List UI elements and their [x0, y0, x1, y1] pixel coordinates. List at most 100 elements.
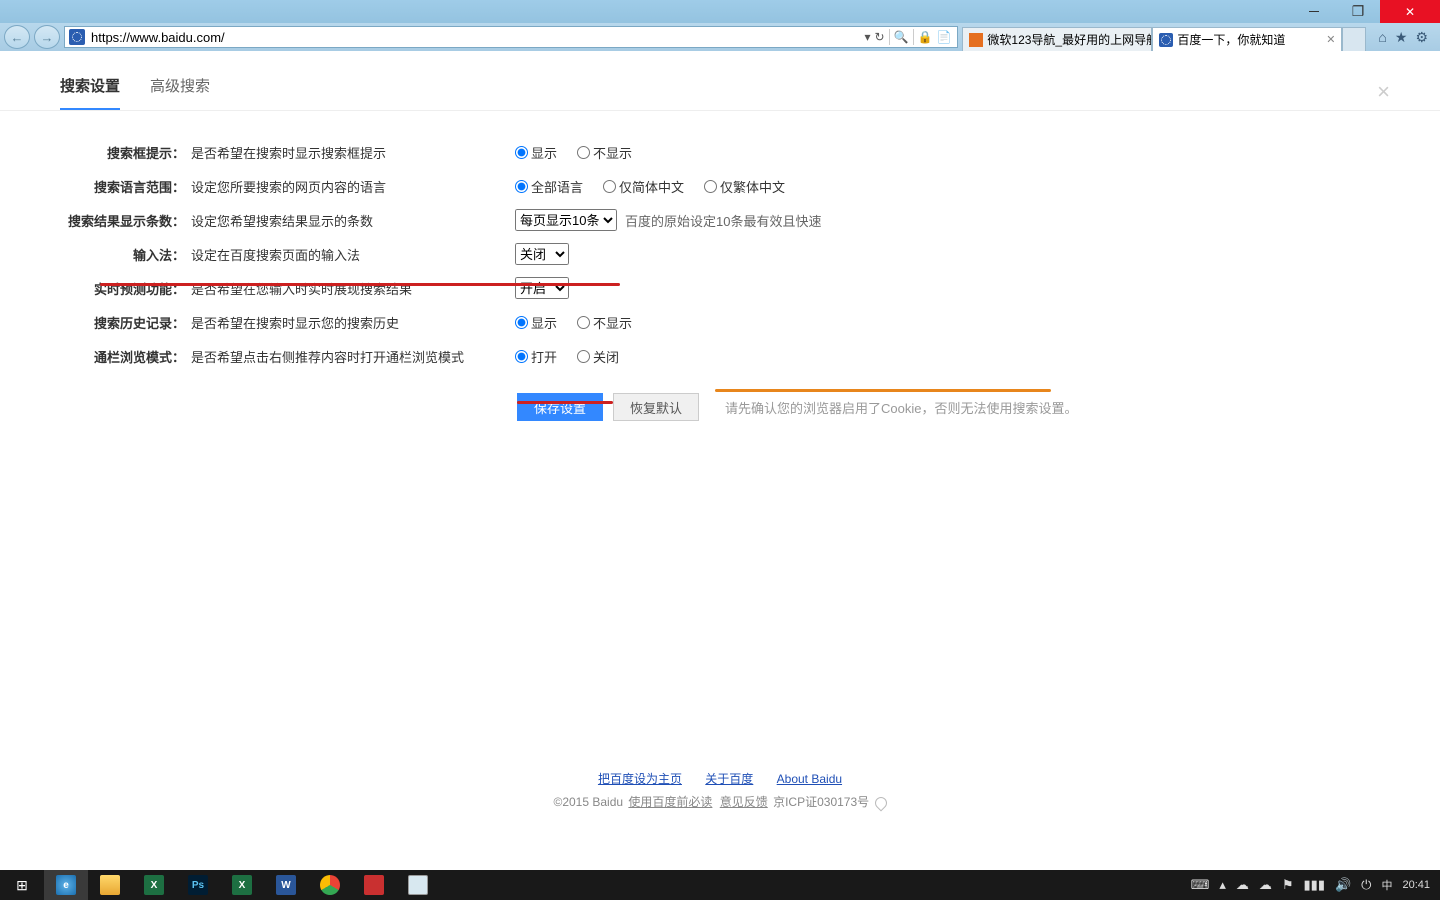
browser-toolbar: ← → ▾ ↻ 🔍 🔒 📄 微软123导航_最好用的上网导航 百度一下，你就知道…	[0, 23, 1440, 51]
search-icon[interactable]: 🔍	[894, 30, 909, 44]
tab-baidu[interactable]: 百度一下，你就知道 ✕	[1152, 27, 1342, 51]
tab-label: 百度一下，你就知道	[1177, 31, 1285, 48]
radio-show[interactable]: 显示	[515, 143, 557, 162]
taskbar-photoshop[interactable]: Ps	[176, 870, 220, 900]
annotation-redline	[517, 401, 613, 404]
flag-icon[interactable]: ⚑	[1282, 877, 1294, 893]
radio-simplified[interactable]: 仅简体中文	[603, 177, 684, 196]
cloud-icon[interactable]: ☁	[1259, 877, 1272, 893]
row-control: 每页显示10条 百度的原始设定10条最有效且快速	[515, 209, 821, 231]
footer-copyright: ©2015 Baidu 使用百度前必读 意见反馈 京ICP证030173号	[0, 793, 1440, 810]
radio-all-lang[interactable]: 全部语言	[515, 177, 583, 196]
tab-search-settings[interactable]: 搜索设置	[60, 75, 120, 110]
page-footer: 把百度设为主页 关于百度 About Baidu ©2015 Baidu 使用百…	[0, 770, 1440, 810]
clock[interactable]: 20:41	[1402, 879, 1430, 891]
taskbar-excel[interactable]: X	[132, 870, 176, 900]
tab-advanced-search[interactable]: 高级搜索	[150, 75, 210, 110]
keyboard-icon[interactable]: ⌨	[1191, 877, 1210, 893]
wifi-icon[interactable]: ▮▮▮	[1304, 877, 1325, 893]
radio-input[interactable]	[515, 316, 528, 329]
radio-on[interactable]: 打开	[515, 347, 557, 366]
forward-button[interactable]: →	[34, 25, 60, 49]
radio-input[interactable]	[515, 350, 528, 363]
home-icon[interactable]: ⌂	[1378, 29, 1386, 46]
radio-off[interactable]: 关闭	[577, 347, 619, 366]
footer-links: 把百度设为主页 关于百度 About Baidu	[0, 770, 1440, 787]
power-icon[interactable]: ⏻	[1361, 877, 1371, 893]
radio-traditional[interactable]: 仅繁体中文	[704, 177, 785, 196]
taskbar-notepad[interactable]	[396, 870, 440, 900]
row-search-suggest: 搜索框提示： 是否希望在搜索时显示搜索框提示 显示 不显示	[0, 135, 1440, 169]
radio-input[interactable]	[515, 146, 528, 159]
restore-default-button[interactable]: 恢复默认	[613, 393, 699, 421]
taskbar-word[interactable]: W	[264, 870, 308, 900]
row-label: 通栏浏览模式：	[0, 347, 185, 366]
taskbar-ie[interactable]: e	[44, 870, 88, 900]
ps-icon: Ps	[188, 875, 208, 895]
notepad-icon	[408, 875, 428, 895]
settings-gear-icon[interactable]: ⚙	[1415, 29, 1428, 46]
taskbar-chrome[interactable]	[308, 870, 352, 900]
favorites-icon[interactable]: ★	[1395, 29, 1408, 46]
onedrive-icon[interactable]: ☁	[1236, 877, 1249, 893]
annotation-redline	[100, 283, 620, 286]
about-baidu-en-link[interactable]: About Baidu	[777, 772, 842, 786]
dropdown-icon[interactable]: ▾	[864, 30, 870, 44]
compat-icon[interactable]: 📄	[936, 30, 951, 44]
row-control: 开启	[515, 277, 569, 299]
results-count-select[interactable]: 每页显示10条	[515, 209, 617, 231]
close-settings-icon[interactable]: ×	[1377, 79, 1390, 105]
ime-select[interactable]: 关闭	[515, 243, 569, 265]
radio-hide[interactable]: 不显示	[577, 143, 632, 162]
taskbar-app[interactable]	[352, 870, 396, 900]
start-button[interactable]: ⊞	[0, 870, 44, 900]
predict-select[interactable]: 开启	[515, 277, 569, 299]
row-realtime-predict: 实时预测功能： 是否希望在您输入时实时展现搜索结果 开启	[0, 271, 1440, 305]
chrome-icon	[320, 875, 340, 895]
separator	[889, 29, 890, 45]
row-label: 搜索框提示：	[0, 143, 185, 162]
ime-indicator[interactable]: 中	[1381, 877, 1392, 893]
back-button[interactable]: ←	[4, 25, 30, 49]
row-desc: 是否希望点击右侧推荐内容时打开通栏浏览模式	[185, 347, 515, 366]
excel-icon: X	[232, 875, 252, 895]
about-baidu-link[interactable]: 关于百度	[705, 772, 753, 786]
ie-icon: e	[56, 875, 76, 895]
save-button[interactable]: 保存设置	[517, 393, 603, 421]
feedback-link[interactable]: 意见反馈	[720, 795, 768, 809]
url-input[interactable]	[89, 27, 858, 47]
window-minimize-button[interactable]	[1292, 0, 1336, 23]
row-desc: 是否希望在搜索时显示搜索框提示	[185, 143, 515, 162]
radio-input[interactable]	[577, 316, 590, 329]
set-homepage-link[interactable]: 把百度设为主页	[598, 772, 682, 786]
refresh-icon[interactable]: ↻	[874, 30, 884, 44]
radio-input[interactable]	[577, 146, 590, 159]
radio-hide[interactable]: 不显示	[577, 313, 632, 332]
app-icon	[364, 875, 384, 895]
radio-input[interactable]	[515, 180, 528, 193]
row-history: 搜索历史记录： 是否希望在搜索时显示您的搜索历史 显示 不显示	[0, 305, 1440, 339]
tab-label: 微软123导航_最好用的上网导航	[987, 31, 1152, 48]
page-content: 搜索设置 高级搜索 × 搜索框提示： 是否希望在搜索时显示搜索框提示 显示 不显…	[0, 51, 1440, 870]
row-desc: 设定在百度搜索页面的输入法	[185, 245, 515, 264]
volume-icon[interactable]: 🔊	[1335, 877, 1351, 893]
tab-close-icon[interactable]: ✕	[1326, 33, 1335, 46]
radio-input[interactable]	[603, 180, 616, 193]
tab-msnav[interactable]: 微软123导航_最好用的上网导航	[962, 27, 1152, 51]
radio-input[interactable]	[577, 350, 590, 363]
hint-text: 百度的原始设定10条最有效且快速	[625, 211, 821, 230]
new-tab-button[interactable]	[1342, 27, 1366, 51]
terms-link[interactable]: 使用百度前必读	[628, 795, 712, 809]
taskbar-explorer[interactable]	[88, 870, 132, 900]
tray-chevron-icon[interactable]: ▴	[1219, 877, 1226, 893]
window-maximize-button[interactable]	[1336, 0, 1380, 23]
taskbar-excel2[interactable]: X	[220, 870, 264, 900]
address-bar[interactable]: ▾ ↻ 🔍 🔒 📄	[64, 26, 958, 48]
window-close-button[interactable]	[1380, 0, 1440, 23]
settings-tabs: 搜索设置 高级搜索 ×	[0, 51, 1440, 111]
row-label: 搜索历史记录：	[0, 313, 185, 332]
row-control: 关闭	[515, 243, 569, 265]
radio-input[interactable]	[704, 180, 717, 193]
row-desc: 设定您希望搜索结果显示的条数	[185, 211, 515, 230]
radio-show[interactable]: 显示	[515, 313, 557, 332]
